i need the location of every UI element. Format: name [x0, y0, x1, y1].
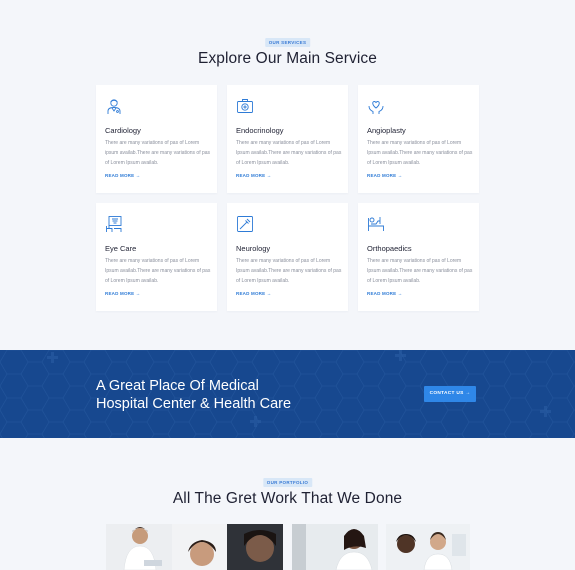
service-card-orthopaedics[interactable]: Orthopaedics There are many variations o…: [358, 203, 479, 311]
card-title: Orthopaedics: [367, 244, 412, 253]
read-more-link[interactable]: READ MORE →: [367, 173, 402, 178]
services-title: Explore Our Main Service: [198, 50, 377, 67]
hospital-bed-icon: [368, 217, 384, 231]
arrow-right-icon: →: [266, 173, 272, 178]
contact-us-button[interactable]: CONTACT US →: [424, 386, 476, 402]
medical-kit-icon: [237, 99, 253, 113]
portfolio-image[interactable]: [292, 524, 378, 570]
hexagon-pattern: [0, 350, 575, 438]
arrow-right-icon: →: [135, 291, 141, 296]
arrow-right-icon: →: [135, 173, 141, 178]
cta-banner: A Great Place Of Medical Hospital Center…: [0, 350, 575, 438]
portfolio-image[interactable]: [172, 524, 283, 570]
service-card-cardiology[interactable]: Cardiology There are many variations of …: [96, 85, 217, 193]
card-description: There are many variations of pas of Lore…: [105, 140, 211, 166]
card-description: There are many variations of pas of Lore…: [236, 140, 342, 166]
portfolio-image[interactable]: [386, 524, 470, 570]
card-title: Neurology: [236, 244, 271, 253]
card-title: Eye Care: [105, 244, 137, 253]
read-more-link[interactable]: READ MORE →: [105, 291, 140, 296]
portfolio-image[interactable]: [106, 524, 172, 570]
arrow-right-icon: →: [397, 173, 403, 178]
service-card-endocrinology[interactable]: Endocrinology There are many variations …: [227, 85, 348, 193]
read-more-link[interactable]: READ MORE →: [367, 291, 402, 296]
service-card-eye-care[interactable]: Eye Care There are many variations of pa…: [96, 203, 217, 311]
read-more-link[interactable]: READ MORE →: [105, 173, 140, 178]
arrow-right-icon: →: [397, 291, 403, 296]
arrow-right-icon: →: [266, 291, 272, 296]
read-more-link[interactable]: READ MORE →: [236, 291, 271, 296]
cta-heading-line-1: A Great Place Of Medical: [96, 378, 259, 394]
service-card-angioplasty[interactable]: Angioplasty There are many variations of…: [358, 85, 479, 193]
card-title: Cardiology: [105, 126, 141, 135]
card-description: There are many variations of pas of Lore…: [367, 140, 473, 166]
syringe-icon: [237, 216, 253, 232]
eye-chart-icon: [106, 216, 122, 232]
read-more-link[interactable]: READ MORE →: [236, 173, 271, 178]
service-card-neurology[interactable]: Neurology There are many variations of p…: [227, 203, 348, 311]
portfolio-badge: OUR PORTFOLIO: [262, 478, 313, 487]
arrow-right-icon: →: [465, 391, 471, 396]
doctor-icon: [107, 99, 121, 114]
hand-heart-icon: [368, 101, 384, 114]
card-description: There are many variations of pas of Lore…: [236, 258, 342, 284]
card-description: There are many variations of pas of Lore…: [105, 258, 211, 284]
cta-heading-line-2: Hospital Center & Health Care: [96, 396, 292, 412]
card-title: Endocrinology: [236, 126, 284, 135]
portfolio-title: All The Gret Work That We Done: [172, 490, 403, 507]
card-title: Angioplasty: [367, 126, 406, 135]
card-description: There are many variations of pas of Lore…: [367, 258, 473, 284]
services-badge: OUR SERVICES: [264, 38, 311, 47]
